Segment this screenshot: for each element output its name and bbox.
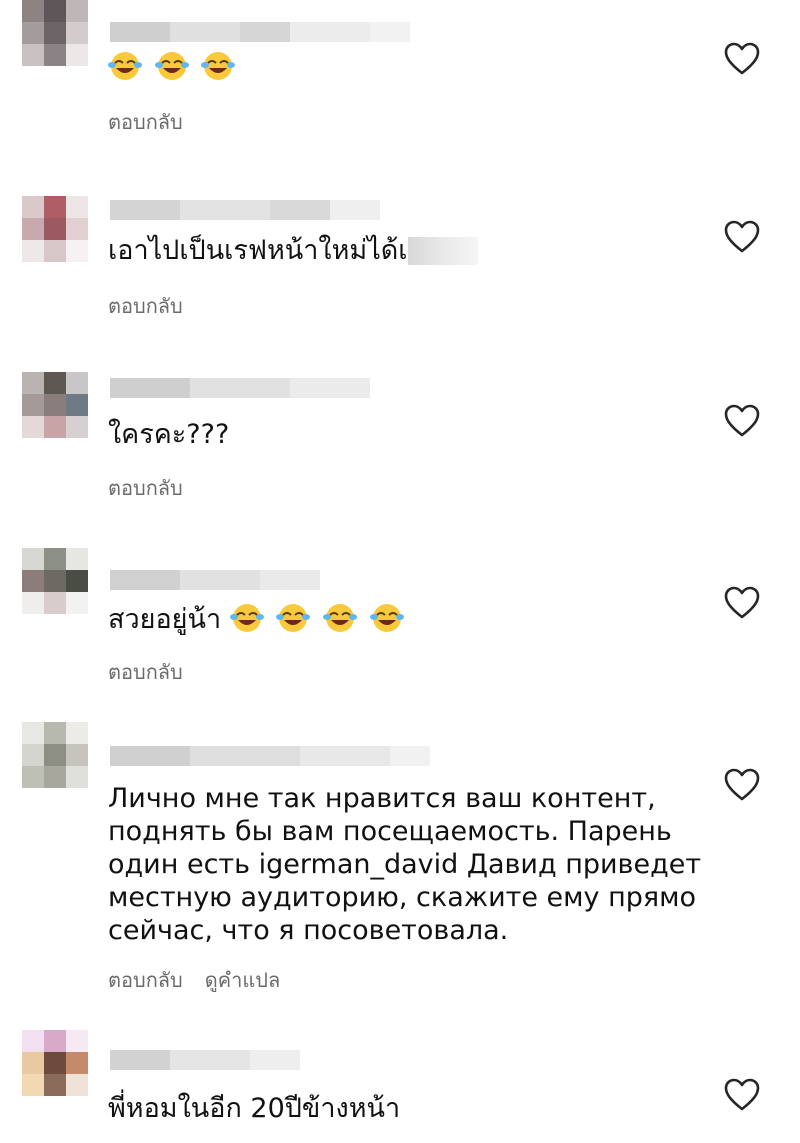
avatar[interactable] bbox=[22, 548, 88, 614]
comment-text: Лично мне так нравится ваш контент, подн… bbox=[108, 783, 702, 946]
username-blurred[interactable] bbox=[110, 378, 370, 398]
comment-text: พี่หอมในอีก 20ปีข้างหน้า bbox=[108, 1093, 401, 1124]
username-blurred[interactable] bbox=[110, 22, 410, 42]
username-blurred[interactable] bbox=[110, 1050, 300, 1070]
comment-text bbox=[108, 50, 239, 85]
avatar[interactable] bbox=[22, 722, 88, 788]
avatar[interactable] bbox=[22, 1030, 88, 1096]
heart-outline-icon[interactable] bbox=[724, 768, 760, 802]
comment-actions: ตอบกลับ ดูคำแปล bbox=[108, 964, 280, 996]
avatar[interactable] bbox=[22, 0, 88, 66]
emoji-laugh-icon bbox=[154, 52, 202, 83]
avatar[interactable] bbox=[22, 372, 88, 438]
blurred-text bbox=[407, 237, 478, 265]
heart-outline-icon[interactable] bbox=[724, 42, 760, 76]
username-blurred[interactable] bbox=[110, 746, 430, 766]
comment-actions: ตอบกลับ bbox=[108, 472, 183, 504]
emoji-laugh-icon bbox=[108, 52, 155, 83]
emoji-laugh-icon bbox=[229, 604, 277, 635]
reply-button[interactable]: ตอบกลับ bbox=[108, 656, 183, 688]
comment-text: ใครคะ??? bbox=[108, 419, 230, 450]
comment-text: สวยอยู่น้า bbox=[108, 602, 408, 637]
comment-actions: ตอบกลับ bbox=[108, 290, 183, 322]
reply-button[interactable]: ตอบกลับ bbox=[108, 472, 183, 504]
avatar[interactable] bbox=[22, 196, 88, 262]
heart-outline-icon[interactable] bbox=[724, 220, 760, 254]
username-blurred[interactable] bbox=[110, 200, 380, 220]
heart-outline-icon[interactable] bbox=[724, 586, 760, 620]
emoji-laugh-icon bbox=[369, 604, 408, 635]
comment-actions: ตอบกลับ bbox=[108, 656, 183, 688]
emoji-laugh-icon bbox=[276, 604, 323, 635]
comment-actions: ตอบกลับ bbox=[108, 106, 183, 138]
reply-button[interactable]: ตอบกลับ bbox=[108, 290, 183, 322]
comment-text: เอาไปเป็นเรฟหน้าใหม่ได้เ bbox=[108, 234, 478, 268]
reply-button[interactable]: ตอบกลับ bbox=[108, 964, 183, 996]
heart-outline-icon[interactable] bbox=[724, 404, 760, 438]
emoji-laugh-icon bbox=[201, 52, 239, 83]
reply-button[interactable]: ตอบกลับ bbox=[108, 106, 183, 138]
see-translation-button[interactable]: ดูคำแปล bbox=[205, 964, 280, 996]
username-blurred[interactable] bbox=[110, 570, 320, 590]
heart-outline-icon[interactable] bbox=[724, 1078, 760, 1112]
emoji-laugh-icon bbox=[322, 604, 370, 635]
